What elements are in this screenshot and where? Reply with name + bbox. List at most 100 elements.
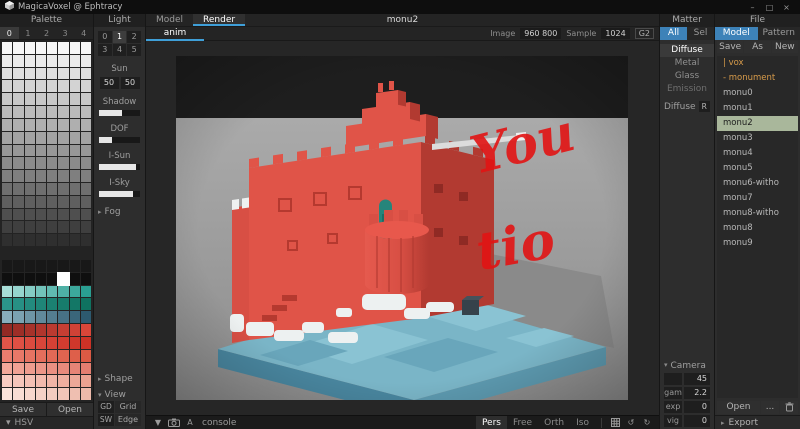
palette-tab-4[interactable]: 4 — [74, 27, 93, 39]
console-expand-icon[interactable]: ▼ — [151, 418, 165, 427]
palette-swatch[interactable] — [81, 145, 91, 157]
render-canvas[interactable]: You tio — [146, 41, 659, 415]
palette-swatch[interactable] — [25, 132, 35, 144]
light-preset-0[interactable]: 0 — [98, 31, 112, 43]
palette-swatch[interactable] — [70, 337, 80, 349]
palette-swatch[interactable] — [47, 170, 57, 182]
palette-swatch[interactable] — [81, 157, 91, 169]
palette-swatch[interactable] — [81, 324, 91, 336]
palette-swatch[interactable] — [25, 324, 35, 336]
palette-tab-3[interactable]: 3 — [56, 27, 75, 39]
palette-swatch[interactable] — [81, 273, 91, 285]
matter-tab-all[interactable]: All — [660, 27, 687, 40]
material-type-glass[interactable]: Glass — [660, 70, 714, 83]
palette-swatch[interactable] — [81, 247, 91, 259]
palette-swatch[interactable] — [13, 286, 23, 298]
palette-swatch[interactable] — [36, 68, 46, 80]
palette-swatch[interactable] — [58, 350, 68, 362]
palette-swatch[interactable] — [81, 42, 91, 54]
palette-swatch[interactable] — [36, 145, 46, 157]
palette-swatch[interactable] — [36, 363, 46, 375]
file-item-monu5[interactable]: monu5 — [717, 161, 798, 176]
palette-swatch[interactable] — [36, 183, 46, 195]
palette-swatch[interactable] — [25, 375, 35, 387]
palette-swatch[interactable] — [36, 132, 46, 144]
palette-swatch[interactable] — [25, 55, 35, 67]
palette-swatch[interactable] — [47, 247, 57, 259]
palette-swatch[interactable] — [58, 80, 68, 92]
palette-swatch[interactable] — [36, 234, 46, 246]
tab-anim[interactable]: anim — [146, 27, 204, 41]
palette-swatch[interactable] — [58, 388, 68, 400]
palette-swatch[interactable] — [25, 234, 35, 246]
palette-swatch[interactable] — [47, 145, 57, 157]
palette-swatch[interactable] — [70, 247, 80, 259]
palette-swatch[interactable] — [25, 286, 35, 298]
rotate-ccw-icon[interactable]: ↺ — [624, 418, 638, 427]
palette-swatch[interactable] — [70, 260, 80, 272]
palette-swatch[interactable] — [13, 106, 23, 118]
palette-swatch[interactable] — [13, 247, 23, 259]
palette-swatch[interactable] — [25, 247, 35, 259]
file-saveas-button[interactable]: As — [744, 41, 770, 53]
palette-tab-2[interactable]: 2 — [37, 27, 56, 39]
camera-fov-field[interactable]: 45 — [684, 373, 710, 385]
palette-swatch[interactable] — [25, 106, 35, 118]
file-item-monu3[interactable]: monu3 — [717, 131, 798, 146]
image-size-field[interactable]: 960 800 — [520, 28, 561, 39]
palette-swatch[interactable] — [70, 375, 80, 387]
palette-swatch[interactable] — [47, 375, 57, 387]
palette-swatch[interactable] — [81, 363, 91, 375]
close-icon[interactable]: × — [778, 3, 795, 12]
palette-swatch[interactable] — [25, 337, 35, 349]
palette-swatch[interactable] — [13, 42, 23, 54]
palette-swatch[interactable] — [81, 68, 91, 80]
camera-vignette-field[interactable]: 0 — [684, 415, 710, 427]
palette-swatch[interactable] — [36, 273, 46, 285]
palette-swatch[interactable] — [58, 132, 68, 144]
palette-swatch[interactable] — [13, 145, 23, 157]
palette-swatch[interactable] — [47, 68, 57, 80]
palette-swatch[interactable] — [25, 68, 35, 80]
file-item-monument[interactable]: - monument — [717, 71, 798, 86]
palette-swatch[interactable] — [13, 311, 23, 323]
palette-swatch[interactable] — [58, 183, 68, 195]
palette-swatch[interactable] — [25, 42, 35, 54]
palette-swatch[interactable] — [70, 55, 80, 67]
palette-swatch[interactable] — [47, 273, 57, 285]
fog-section-toggle[interactable]: ▸ Fog — [98, 207, 141, 217]
rendered-image[interactable]: You tio — [176, 56, 628, 400]
palette-swatch[interactable] — [2, 375, 12, 387]
shadow-slider[interactable] — [99, 110, 140, 116]
palette-swatch[interactable] — [47, 106, 57, 118]
palette-swatch[interactable] — [13, 234, 23, 246]
palette-swatch[interactable] — [47, 157, 57, 169]
palette-swatch[interactable] — [13, 170, 23, 182]
palette-swatch[interactable] — [58, 145, 68, 157]
dof-slider[interactable] — [99, 137, 140, 143]
palette-swatch[interactable] — [58, 337, 68, 349]
palette-swatch[interactable] — [2, 273, 12, 285]
palette-swatch[interactable] — [81, 170, 91, 182]
minimize-icon[interactable]: – — [744, 3, 761, 12]
palette-swatch[interactable] — [81, 375, 91, 387]
camera-mode-pers[interactable]: Pers — [476, 416, 507, 429]
palette-swatch[interactable] — [36, 350, 46, 362]
palette-swatch[interactable] — [47, 234, 57, 246]
i-sun-slider[interactable] — [99, 164, 140, 170]
palette-swatch[interactable] — [58, 247, 68, 259]
palette-swatch[interactable] — [70, 234, 80, 246]
palette-swatch[interactable] — [2, 324, 12, 336]
palette-swatch[interactable] — [13, 363, 23, 375]
palette-swatch[interactable] — [25, 93, 35, 105]
palette-swatch[interactable] — [36, 286, 46, 298]
palette-swatch[interactable] — [47, 260, 57, 272]
palette-save-button[interactable]: Save — [0, 403, 46, 416]
palette-swatch[interactable] — [81, 337, 91, 349]
palette-swatch[interactable] — [13, 93, 23, 105]
palette-swatch[interactable] — [58, 273, 68, 285]
palette-swatch[interactable] — [58, 298, 68, 310]
palette-swatch[interactable] — [25, 80, 35, 92]
palette-swatch[interactable] — [70, 145, 80, 157]
palette-swatch[interactable] — [58, 55, 68, 67]
